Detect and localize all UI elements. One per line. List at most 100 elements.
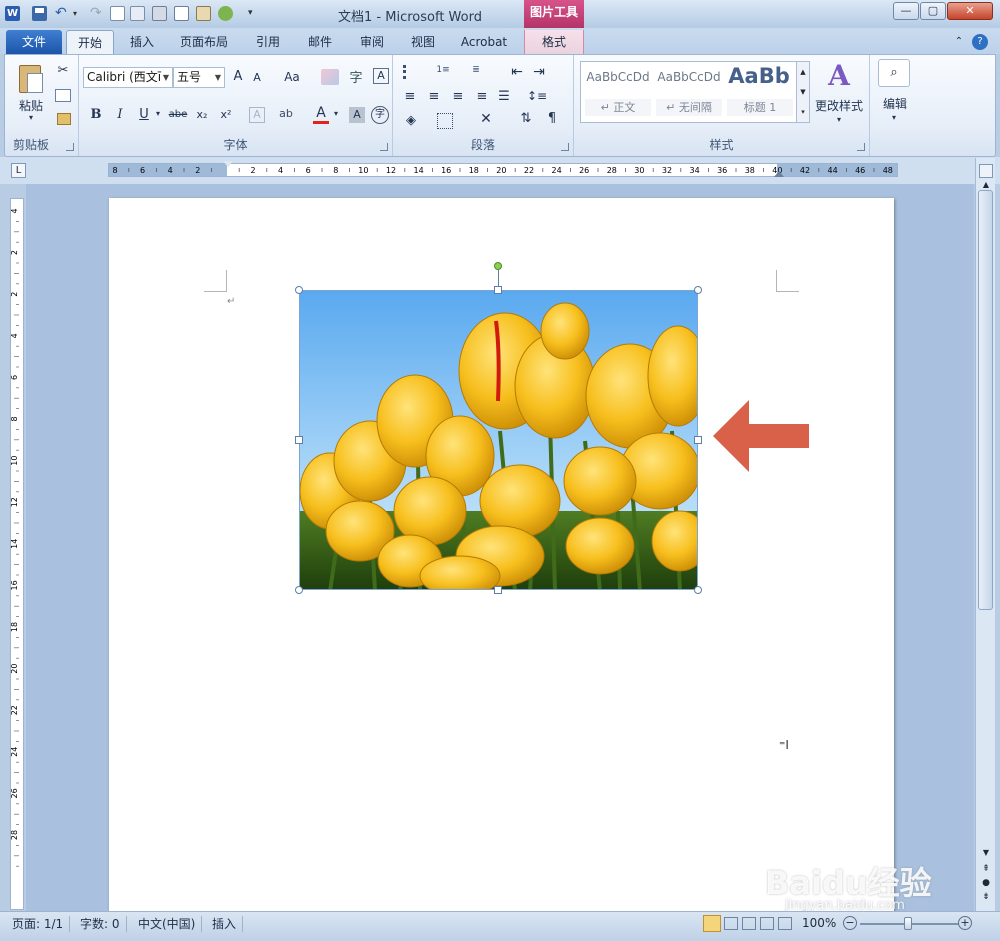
format-painter-icon[interactable]	[57, 113, 71, 125]
font-launcher-icon[interactable]	[380, 143, 388, 151]
bold-button[interactable]: B	[89, 107, 103, 122]
line-spacing-icon[interactable]: ↕≡	[527, 89, 547, 103]
paste-special-icon[interactable]	[196, 6, 211, 21]
outline-view-icon[interactable]	[760, 917, 774, 930]
font-size-combo[interactable]: 五号 ▼	[173, 67, 225, 88]
scroll-thumb[interactable]	[978, 190, 993, 610]
clipboard-launcher-icon[interactable]	[66, 143, 74, 151]
maximize-button[interactable]: ▢	[920, 2, 946, 20]
strikethrough-button[interactable]: abe	[167, 109, 189, 120]
font-name-dropdown-icon[interactable]: ▼	[163, 68, 169, 87]
vertical-scrollbar[interactable]: ▲ ▼ ⇞ ● ⇟	[975, 158, 995, 911]
minimize-button[interactable]: —	[893, 2, 919, 20]
font-size-dropdown-icon[interactable]: ▼	[215, 68, 221, 87]
resize-handle-top[interactable]	[494, 286, 502, 294]
styles-more-icon[interactable]: ▾	[796, 102, 809, 122]
decrease-indent-icon[interactable]: ⇤	[509, 64, 525, 80]
styles-scroll-up-icon[interactable]: ▲	[796, 62, 809, 82]
resize-handle-bottom-right[interactable]	[694, 586, 702, 594]
zoom-level[interactable]: 100%	[802, 916, 836, 930]
editing-button[interactable]: 编辑	[876, 95, 914, 112]
change-styles-icon[interactable]: A	[824, 61, 854, 91]
tab-acrobat[interactable]: Acrobat	[455, 30, 513, 54]
undo-icon[interactable]: ↶	[55, 6, 70, 21]
numbering-icon[interactable]: 1≡	[435, 65, 451, 75]
shading-icon[interactable]: ◈	[403, 113, 419, 128]
resize-handle-right[interactable]	[694, 436, 702, 444]
print-preview-icon[interactable]	[174, 6, 189, 21]
circle-menu-icon[interactable]	[218, 6, 233, 21]
rotate-handle[interactable]	[494, 262, 502, 270]
char-border-icon[interactable]: A	[373, 68, 389, 84]
change-case-button[interactable]: Aa	[281, 70, 303, 84]
distributed-icon[interactable]: ☰	[497, 89, 511, 104]
text-effect-icon[interactable]: A	[249, 107, 265, 123]
paste-dropdown-icon[interactable]: ▾	[25, 113, 37, 122]
styles-launcher-icon[interactable]	[857, 143, 865, 151]
status-language[interactable]: 中文(中国)	[132, 916, 203, 932]
styles-scroll-down-icon[interactable]: ▼	[796, 82, 809, 102]
status-word-count[interactable]: 字数: 0	[74, 916, 127, 932]
word-app-icon[interactable]: W	[5, 6, 20, 21]
show-marks-icon[interactable]: ¶	[545, 111, 559, 126]
tab-review[interactable]: 审阅	[352, 30, 392, 54]
multilevel-list-icon[interactable]: ≣	[467, 65, 485, 75]
sort-icon[interactable]: ⇅	[517, 111, 535, 126]
font-color-dropdown-icon[interactable]: ▾	[331, 109, 341, 118]
minimize-ribbon-icon[interactable]: ⌃	[952, 30, 966, 54]
change-styles-dropdown-icon[interactable]: ▾	[834, 115, 844, 124]
find-icon[interactable]: ⌕	[878, 59, 910, 87]
paste-icon[interactable]	[17, 61, 47, 93]
shrink-font-button[interactable]: A	[251, 71, 263, 84]
edit-icon[interactable]	[130, 6, 145, 21]
subscript-button[interactable]: x₂	[193, 108, 211, 121]
indent-marker-icon[interactable]	[223, 161, 233, 167]
align-left-icon[interactable]: ≡	[403, 89, 417, 104]
cut-icon[interactable]: ✂	[55, 63, 71, 78]
font-name-combo[interactable]: Calibri (西文ī ▼	[83, 67, 173, 88]
underline-button[interactable]: U	[137, 107, 151, 122]
tab-page-layout[interactable]: 页面布局	[172, 30, 236, 54]
style-no-spacing-sample[interactable]: AaBbCcDd	[654, 70, 724, 84]
ruler-toggle-icon[interactable]	[979, 164, 993, 178]
web-layout-view-icon[interactable]	[742, 917, 756, 930]
resize-handle-bottom[interactable]	[494, 586, 502, 594]
justify-icon[interactable]: ≡	[475, 89, 489, 104]
phonetic-guide-icon[interactable]: 字	[347, 67, 365, 86]
help-icon[interactable]: ?	[972, 34, 988, 50]
copy-icon[interactable]	[55, 89, 71, 102]
tab-mailings[interactable]: 邮件	[300, 30, 340, 54]
tab-format[interactable]: 格式	[524, 30, 584, 54]
tab-references[interactable]: 引用	[248, 30, 288, 54]
tab-file[interactable]: 文件	[6, 30, 62, 54]
italic-button[interactable]: I	[113, 107, 127, 122]
zoom-slider-knob[interactable]	[904, 917, 912, 930]
borders-icon[interactable]	[437, 113, 453, 129]
status-insert-mode[interactable]: 插入	[206, 916, 244, 932]
change-styles-button[interactable]: 更改样式	[812, 97, 866, 114]
grow-font-button[interactable]: A	[231, 69, 245, 84]
tulip-picture[interactable]	[299, 290, 698, 590]
redo-icon[interactable]: ↷	[90, 6, 105, 21]
style-normal-sample[interactable]: AaBbCcDd	[583, 70, 653, 84]
resize-handle-top-left[interactable]	[295, 286, 303, 294]
draft-view-icon[interactable]	[778, 917, 792, 930]
resize-handle-bottom-left[interactable]	[295, 586, 303, 594]
underline-dropdown-icon[interactable]: ▾	[153, 109, 163, 118]
font-color-button[interactable]: A	[313, 105, 329, 124]
superscript-button[interactable]: x²	[217, 108, 235, 121]
clear-formatting-icon[interactable]	[321, 69, 339, 85]
zoom-out-icon[interactable]: −	[843, 916, 857, 930]
new-doc-icon[interactable]	[110, 6, 125, 21]
style-heading1-sample[interactable]: AaBb	[725, 64, 793, 88]
tab-selector-icon[interactable]: L	[11, 163, 26, 178]
enclose-char-icon[interactable]: 字	[371, 106, 389, 124]
print-layout-view-icon[interactable]	[703, 915, 721, 932]
increase-indent-icon[interactable]: ⇥	[531, 64, 547, 80]
highlight-icon[interactable]: ab	[277, 107, 295, 120]
scroll-up-icon[interactable]: ▲	[979, 180, 993, 189]
styles-gallery[interactable]: AaBbCcDd ↵ 正文 AaBbCcDd ↵ 无间隔 AaBb 标题 1 ▲…	[580, 61, 810, 123]
tab-home[interactable]: 开始	[66, 30, 114, 54]
vertical-ruler[interactable]: 42246810121416182022242628	[10, 198, 24, 910]
paragraph-launcher-icon[interactable]	[561, 143, 569, 151]
